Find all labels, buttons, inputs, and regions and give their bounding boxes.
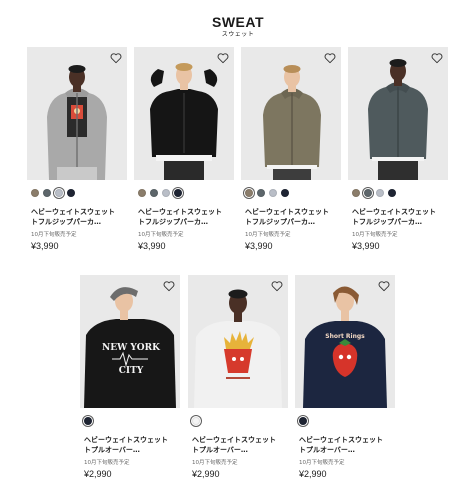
- color-swatch[interactable]: [162, 189, 170, 197]
- product-name[interactable]: ヘビーウェイトスウェット トプルオーバー…: [84, 435, 178, 455]
- model-sweatshirt-image: NEW YORK CITY: [80, 275, 180, 408]
- color-swatch[interactable]: [245, 189, 253, 197]
- product-card[interactable]: ヘビーウェイトスウェット トフルジップパーカ… 10月下旬販売予定 ¥3,990: [348, 47, 448, 252]
- color-swatch[interactable]: [281, 189, 289, 197]
- color-swatches: [84, 416, 180, 426]
- product-card[interactable]: Short Rings ヘビーウェイトスウェット トプルオーバー… 10月下旬販…: [295, 275, 395, 480]
- color-swatch[interactable]: [55, 189, 63, 197]
- product-price: ¥3,990: [352, 241, 380, 251]
- model-sweatshirt-image: Short Rings: [295, 275, 395, 408]
- model-hoodie-image: [348, 47, 448, 180]
- color-swatches: [299, 416, 395, 426]
- color-swatch[interactable]: [192, 417, 200, 425]
- product-price: ¥2,990: [192, 469, 220, 479]
- color-swatch[interactable]: [174, 189, 182, 197]
- product-name[interactable]: ヘビーウェイトスウェット トフルジップパーカ…: [31, 207, 125, 227]
- heart-icon[interactable]: [430, 51, 444, 65]
- model-hoodie-image: [134, 47, 234, 180]
- color-swatches: [245, 188, 341, 198]
- product-card[interactable]: ヘビーウェイトスウェット トフルジップパーカ… 10月下旬販売予定 ¥3,990: [134, 47, 234, 252]
- product-card[interactable]: ヘビーウェイトスウェット トフルジップパーカ… 10月下旬販売予定 ¥3,990: [241, 47, 341, 252]
- heart-icon[interactable]: [323, 51, 337, 65]
- color-swatches: [352, 188, 448, 198]
- section-subtitle: スウェット: [221, 31, 255, 38]
- product-image[interactable]: [188, 275, 288, 408]
- product-name[interactable]: ヘビーウェイトスウェット トフルジップパーカ…: [352, 207, 446, 227]
- model-hoodie-image: [27, 47, 127, 180]
- color-swatches: [31, 188, 127, 198]
- color-swatch[interactable]: [388, 189, 396, 197]
- color-swatch[interactable]: [150, 189, 158, 197]
- product-image[interactable]: [241, 47, 341, 180]
- section-header: SWEAT スウェット: [0, 14, 476, 39]
- product-image[interactable]: [348, 47, 448, 180]
- release-note: 10月下旬販売予定: [84, 460, 130, 466]
- product-name[interactable]: ヘビーウェイトスウェット トフルジップパーカ…: [138, 207, 232, 227]
- release-note: 10月下旬販売予定: [138, 232, 184, 238]
- color-swatch[interactable]: [138, 189, 146, 197]
- heart-icon[interactable]: [109, 51, 123, 65]
- color-swatch[interactable]: [376, 189, 384, 197]
- product-card[interactable]: ヘビーウェイトスウェット トフルジップパーカ… 10月下旬販売予定 ¥3,990: [27, 47, 127, 252]
- product-price: ¥3,990: [31, 241, 59, 251]
- color-swatch[interactable]: [299, 417, 307, 425]
- print-text-line-1: Short Rings: [325, 333, 365, 340]
- release-note: 10月下旬販売予定: [31, 232, 77, 238]
- release-note: 10月下旬販売予定: [352, 232, 398, 238]
- product-card[interactable]: NEW YORK CITY ヘビーウェイトスウェット トプルオーバー… 10月下…: [80, 275, 180, 480]
- heart-icon[interactable]: [377, 279, 391, 293]
- section-title: SWEAT: [211, 14, 264, 30]
- color-swatch[interactable]: [257, 189, 265, 197]
- model-sweatshirt-image: [188, 275, 288, 408]
- color-swatch[interactable]: [84, 417, 92, 425]
- product-price: ¥2,990: [84, 469, 112, 479]
- color-swatch[interactable]: [269, 189, 277, 197]
- model-hoodie-image: [241, 47, 341, 180]
- product-name[interactable]: ヘビーウェイトスウェット トプルオーバー…: [299, 435, 393, 455]
- color-swatches: [138, 188, 234, 198]
- color-swatch[interactable]: [31, 189, 39, 197]
- product-image[interactable]: Short Rings: [295, 275, 395, 408]
- color-swatch[interactable]: [364, 189, 372, 197]
- print-text-line-2: CITY: [119, 366, 144, 376]
- heart-icon[interactable]: [216, 51, 230, 65]
- color-swatch[interactable]: [43, 189, 51, 197]
- print-text-line-1: NEW YORK: [102, 343, 161, 353]
- release-note: 10月下旬販売予定: [192, 460, 238, 466]
- heart-icon[interactable]: [270, 279, 284, 293]
- color-swatch[interactable]: [352, 189, 360, 197]
- heart-icon[interactable]: [162, 279, 176, 293]
- product-name[interactable]: ヘビーウェイトスウェット トフルジップパーカ…: [245, 207, 339, 227]
- product-card[interactable]: ヘビーウェイトスウェット トプルオーバー… 10月下旬販売予定 ¥2,990: [188, 275, 288, 480]
- product-price: ¥2,990: [299, 469, 327, 479]
- product-image[interactable]: [134, 47, 234, 180]
- product-name[interactable]: ヘビーウェイトスウェット トプルオーバー…: [192, 435, 286, 455]
- color-swatch[interactable]: [67, 189, 75, 197]
- color-swatches: [192, 416, 288, 426]
- product-image[interactable]: NEW YORK CITY: [80, 275, 180, 408]
- product-price: ¥3,990: [138, 241, 166, 251]
- product-price: ¥3,990: [245, 241, 273, 251]
- release-note: 10月下旬販売予定: [245, 232, 291, 238]
- product-image[interactable]: [27, 47, 127, 180]
- release-note: 10月下旬販売予定: [299, 460, 345, 466]
